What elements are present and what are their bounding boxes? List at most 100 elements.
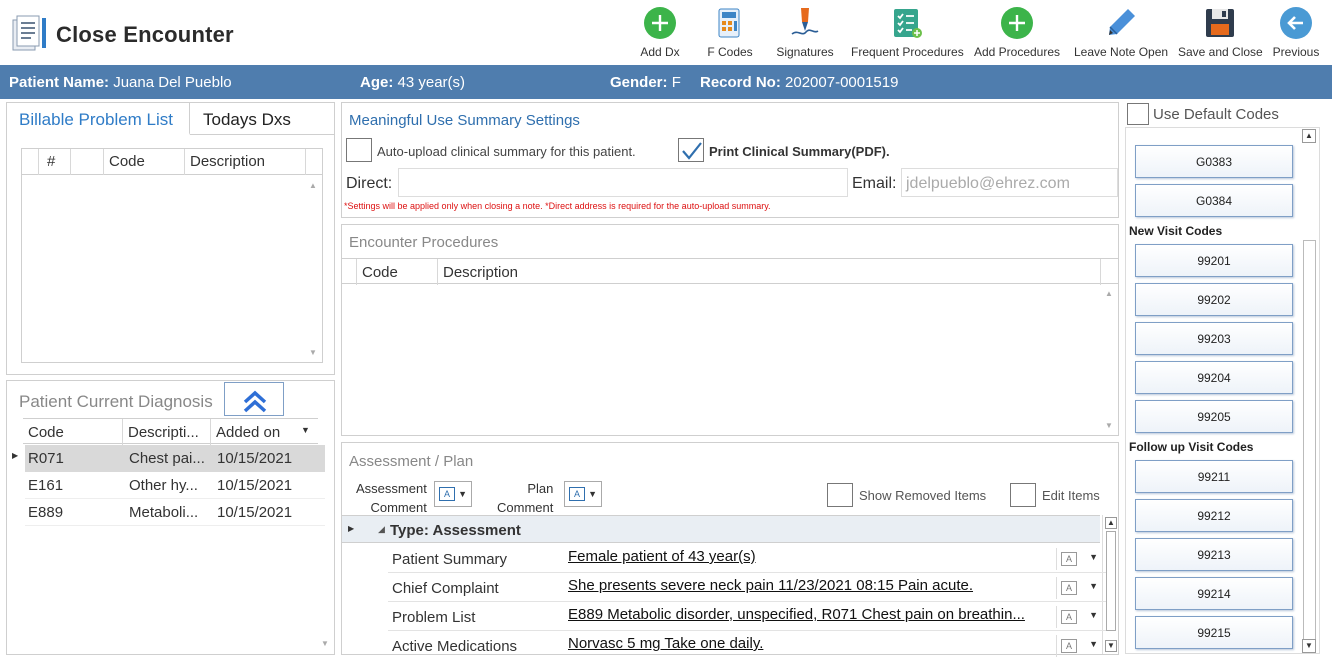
- dx-code: E161: [28, 477, 64, 494]
- mu-settings-panel: Meaningful Use Summary Settings Auto-upl…: [341, 102, 1119, 218]
- col-code: Code: [362, 264, 398, 281]
- email-label: Email:: [852, 175, 897, 192]
- ap-row-patient-summary[interactable]: Patient Summary Female patient of 43 yea…: [388, 544, 1106, 573]
- table-row[interactable]: R071 Chest pai... 10/15/2021: [25, 445, 325, 472]
- gender-label: Gender:: [610, 74, 668, 91]
- ap-row-value[interactable]: Norvasc 5 mg Take one daily.: [568, 635, 1052, 652]
- leave-note-open-label: Leave Note Open: [1074, 45, 1169, 59]
- signatures-button[interactable]: Signatures: [774, 6, 836, 62]
- ap-row-problem-list[interactable]: Problem List E889 Metabolic disorder, un…: [388, 602, 1106, 631]
- direct-input[interactable]: [398, 168, 848, 197]
- floppy-icon: [1206, 9, 1234, 37]
- text-format-icon: A: [569, 487, 585, 501]
- back-arrow-icon: [1280, 7, 1312, 39]
- scroll-up-arrow[interactable]: ▲: [1302, 129, 1316, 143]
- code-button-99202[interactable]: 99202: [1135, 283, 1293, 316]
- code-button-99204[interactable]: 99204: [1135, 361, 1293, 394]
- scroll-down-arrow[interactable]: ▼: [1302, 639, 1316, 653]
- format-dropdown[interactable]: A ▼: [1056, 606, 1102, 628]
- pencil-icon: [1109, 9, 1135, 35]
- record-number: 202007-0001519: [785, 74, 899, 91]
- group-title: Type: Assessment: [390, 522, 521, 539]
- col-description: Descripti...: [128, 424, 199, 441]
- current-diagnosis-panel: Patient Current Diagnosis Code Descripti…: [6, 380, 335, 655]
- scroll-down-arrow[interactable]: ▼: [1103, 420, 1115, 432]
- scroll-down-arrow[interactable]: ▼: [307, 347, 319, 359]
- tab-billable-problem-list[interactable]: Billable Problem List: [7, 103, 190, 135]
- table-row[interactable]: E889 Metaboli... 10/15/2021: [25, 499, 325, 526]
- use-default-codes-label: Use Default Codes: [1153, 106, 1279, 123]
- scroll-up-arrow[interactable]: ▲: [1103, 288, 1115, 300]
- ap-row-label: Chief Complaint: [392, 580, 499, 597]
- page-title: Close Encounter: [56, 22, 234, 47]
- ap-row-active-medications[interactable]: Active Medications Norvasc 5 mg Take one…: [388, 631, 1106, 657]
- print-summary-checkbox[interactable]: [678, 138, 704, 162]
- ap-row-label: Patient Summary: [392, 551, 508, 568]
- scroll-up-arrow[interactable]: ▲: [307, 180, 319, 192]
- billable-grid: # Code Description ▲ ▼: [21, 148, 323, 363]
- text-format-icon: A: [1061, 639, 1077, 653]
- scroll-thumb[interactable]: [1106, 531, 1116, 631]
- plan-comment-dropdown[interactable]: A ▼: [564, 481, 602, 507]
- previous-button[interactable]: Previous: [1270, 6, 1322, 62]
- code-button-99215[interactable]: 99215: [1135, 616, 1293, 649]
- col-number: #: [47, 153, 56, 170]
- dx-date: 10/15/2021: [217, 450, 293, 467]
- scroll-thumb[interactable]: [1303, 240, 1316, 640]
- format-dropdown[interactable]: A ▼: [1056, 577, 1102, 599]
- tab-todays-dxs[interactable]: Todays Dxs: [190, 103, 335, 135]
- use-default-codes-checkbox[interactable]: [1127, 103, 1149, 125]
- sort-down-icon[interactable]: ▼: [301, 425, 310, 435]
- leave-note-open-button[interactable]: Leave Note Open: [1074, 6, 1168, 62]
- code-button-99201[interactable]: 99201: [1135, 244, 1293, 277]
- age-label: Age:: [360, 74, 394, 91]
- document-icon: [12, 15, 46, 51]
- collapse-button[interactable]: [224, 382, 284, 416]
- frequent-procedures-button[interactable]: Frequent Procedures: [851, 6, 964, 62]
- plan-comment-label: Plan Comment: [497, 481, 554, 515]
- previous-label: Previous: [1272, 45, 1320, 59]
- scroll-down-arrow[interactable]: ▼: [1105, 640, 1117, 652]
- ap-row-value[interactable]: E889 Metabolic disorder, unspecified, R0…: [568, 606, 1052, 623]
- scroll-down-arrow[interactable]: ▼: [319, 638, 331, 650]
- code-button-99205[interactable]: 99205: [1135, 400, 1293, 433]
- collapse-triangle-icon[interactable]: ◢: [378, 524, 385, 535]
- table-row[interactable]: E161 Other hy... 10/15/2021: [25, 472, 325, 499]
- code-button-g0384[interactable]: G0384: [1135, 184, 1293, 217]
- code-button-g0383[interactable]: G0383: [1135, 145, 1293, 178]
- show-removed-checkbox[interactable]: [827, 483, 853, 507]
- diagnosis-grid-header: Code Descripti... Added on ▼: [23, 418, 318, 445]
- ap-row-value[interactable]: She presents severe neck pain 11/23/2021…: [568, 577, 1052, 594]
- auto-upload-checkbox[interactable]: [346, 138, 372, 162]
- format-dropdown[interactable]: A ▼: [1056, 548, 1102, 570]
- app-header: Close Encounter Add Dx F Codes Signature…: [0, 0, 1332, 64]
- save-and-close-button[interactable]: Save and Close: [1178, 6, 1263, 62]
- code-button-99214[interactable]: 99214: [1135, 577, 1293, 610]
- email-input[interactable]: jdelpueblo@ehrez.com: [901, 168, 1118, 197]
- dx-description: Other hy...: [129, 477, 198, 494]
- code-button-99212[interactable]: 99212: [1135, 499, 1293, 532]
- col-code: Code: [109, 153, 145, 170]
- code-button-99211[interactable]: 99211: [1135, 460, 1293, 493]
- pen-icon: [791, 8, 819, 35]
- f-codes-button[interactable]: F Codes: [704, 6, 756, 62]
- record-label: Record No:: [700, 74, 781, 91]
- assessment-comment-dropdown[interactable]: A ▼: [434, 481, 472, 507]
- format-dropdown[interactable]: A ▼: [1056, 635, 1102, 657]
- save-and-close-label: Save and Close: [1178, 45, 1263, 59]
- code-button-99203[interactable]: 99203: [1135, 322, 1293, 355]
- direct-label: Direct:: [346, 175, 393, 192]
- ap-row-label: Problem List: [392, 609, 476, 626]
- ap-row-chief-complaint[interactable]: Chief Complaint She presents severe neck…: [388, 573, 1106, 602]
- text-format-icon: A: [439, 487, 455, 501]
- scroll-up-arrow[interactable]: ▲: [1105, 517, 1117, 529]
- code-button-99213[interactable]: 99213: [1135, 538, 1293, 571]
- billable-grid-header: # Code Description: [22, 149, 322, 175]
- print-summary-label: Print Clinical Summary(PDF).: [709, 144, 890, 159]
- assessment-group-row[interactable]: ▶ ◢ Type: Assessment: [342, 515, 1100, 543]
- ap-row-value[interactable]: Female patient of 43 year(s): [568, 548, 1052, 565]
- add-procedures-button[interactable]: Add Procedures: [973, 6, 1061, 62]
- dx-date: 10/15/2021: [217, 504, 293, 521]
- edit-items-checkbox[interactable]: [1010, 483, 1036, 507]
- add-dx-button[interactable]: Add Dx: [636, 6, 684, 62]
